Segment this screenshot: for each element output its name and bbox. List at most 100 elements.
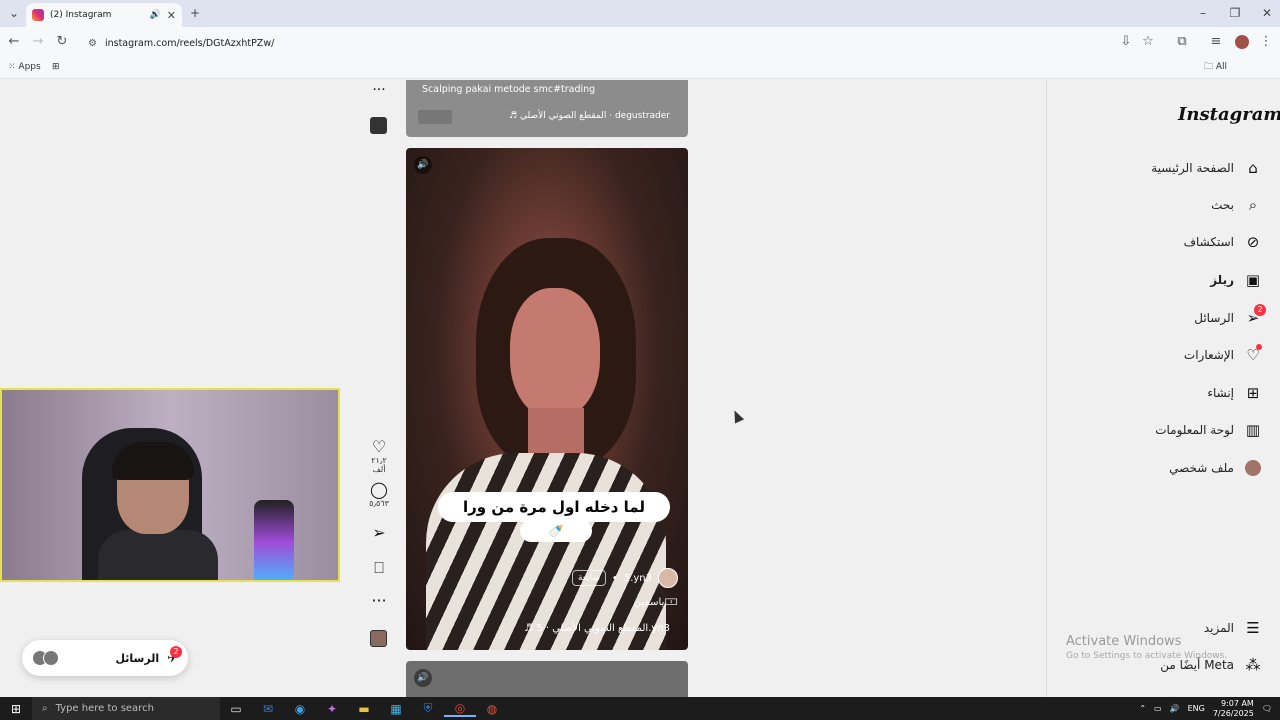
extensions-icon[interactable]: ⧉ [1172,27,1192,57]
new-tab-icon[interactable]: + [186,0,204,27]
volume-icon[interactable]: 🔊 [414,156,432,174]
nav-label: بحث [1211,198,1234,212]
nav-label: الإشعارات [1183,348,1234,362]
nav-more[interactable]: المزيد ☰ [1090,615,1262,641]
follow-button[interactable]: متابعة [571,570,606,586]
clock[interactable]: 9:07 AM 7/26/2025 [1213,699,1254,719]
store-icon[interactable]: ▦ [380,702,412,716]
volume-icon[interactable]: 🔊 [414,669,432,687]
security-icon[interactable]: ⛨ [412,701,444,716]
previous-reel[interactable]: Scalping pakai metode smc#trading ♬ المق… [406,80,688,137]
install-app-icon[interactable]: ⇩ [1116,27,1136,57]
apps-bookmark[interactable]: ⁙ Apps [8,57,41,77]
minimize-icon[interactable]: – [1194,0,1212,27]
close-tab-icon[interactable]: ✕ [167,9,176,22]
save-action[interactable]: ⎕ [366,559,392,577]
nav-also-from-meta[interactable]: أيضًا من Meta ⁂ [1090,652,1262,678]
avatar [43,650,59,666]
chrome-icon[interactable]: ◎ [444,701,476,717]
nav-profile[interactable]: ملف شخصي [1090,455,1262,481]
send-icon[interactable]: ➢ [366,524,392,542]
clock-time: 9:07 AM [1220,698,1254,708]
nav-label: الصفحة الرئيسية [1151,161,1234,175]
apps-grid-icon: ⁙ [8,62,19,72]
language-indicator[interactable]: ENG [1188,704,1205,713]
obs-icon[interactable]: ◍ [476,702,508,716]
file-explorer-icon[interactable]: ▬ [348,702,380,716]
nav-search[interactable]: بحث ⌕ [1090,192,1262,218]
bookmark-star-icon[interactable]: ☆ [1138,27,1158,57]
heart-icon[interactable]: ♡ [366,438,392,456]
nav-label: المزيد [1203,621,1234,635]
forward-icon[interactable]: → [28,27,48,57]
reload-icon[interactable]: ↻ [52,27,72,57]
taskbar-search[interactable]: ⌕ Type here to search [32,697,220,720]
nav-dashboard[interactable]: لوحة المعلومات ▥ [1090,417,1262,443]
comment-icon[interactable]: ◯ [366,481,392,499]
more-options-action[interactable]: ··· [366,592,392,610]
share-action[interactable]: ➢ [366,524,392,542]
omnibox[interactable]: ⚙ instagram.com/reels/DGtAzxhtPZw/ [78,32,1108,54]
meta-apps-icon: ⁂ [1245,656,1261,674]
reel-audio[interactable]: ♬ المقطع الصوتي الأصلي · degustrader [509,111,670,121]
url-text[interactable]: instagram.com/reels/DGtAzxhtPZw/ [105,38,274,49]
instagram-logo[interactable]: Instagram [1178,104,1280,125]
messages-pill[interactable]: الرسائل ✈ 2 [22,640,188,676]
author-name[interactable]: 5.yn3 [624,573,652,584]
nav-label: ملف شخصي [1169,461,1234,475]
send-icon: ➢ 2 [1244,304,1266,327]
nav-label: استكشاف [1183,235,1234,249]
windows-start-icon[interactable]: ⊞ [0,702,32,716]
back-icon[interactable]: ← [4,27,24,57]
speaker-icon[interactable]: 🔊 [150,10,161,20]
menu-icon[interactable]: ⋮ [1256,27,1276,57]
close-window-icon[interactable]: ✕ [1258,0,1276,27]
comment-action[interactable]: ◯ ٥٫٥٦٣ [366,481,392,509]
folder-icon: 🗀 [1204,62,1216,72]
notifications-icon[interactable]: 🗨 [1262,704,1272,713]
site-info-icon[interactable]: ⚙ [88,38,97,49]
audio-thumb-icon[interactable] [370,117,387,134]
chevron-up-icon[interactable]: ⌃ [1139,704,1146,713]
nav-create[interactable]: إنشاء ⊞ [1090,380,1262,406]
microphone [254,500,294,580]
author-avatar[interactable] [658,568,678,588]
bookmark-icon[interactable]: ⎕ [366,559,392,577]
reel-audio[interactable]: ♬ المقطع الصوتي الأصلي · 5.yn3 [524,623,670,634]
more-options-icon[interactable]: ··· [366,82,392,98]
nav-notifications[interactable]: الإشعارات ♡ [1090,342,1262,368]
nav-reels[interactable]: ريلز ▣ [1090,267,1262,293]
apps-label: Apps [18,62,41,72]
tab-groups-icon[interactable]: ⊞ [52,57,60,77]
media-control-icon[interactable]: ≡ [1206,27,1226,57]
message-avatars [32,650,59,666]
nav-home[interactable]: الصفحة الرئيسية ⌂ [1090,155,1262,181]
nav-label: أيضًا من Meta [1160,658,1234,672]
network-icon[interactable]: ▭ [1154,704,1162,713]
restore-icon[interactable]: ❐ [1226,0,1244,27]
volume-icon[interactable]: 🔊 [1170,704,1180,713]
next-reel[interactable]: 🔊 [406,661,688,697]
dashboard-icon: ▥ [1245,421,1261,439]
tab-list-icon[interactable]: ⌄ [4,0,24,27]
outlook-icon[interactable]: ✉ [252,702,284,716]
like-action[interactable]: ♡ ٢١٫٢ ألف [366,438,392,475]
audio-thumb-icon[interactable] [370,630,387,647]
nav-explore[interactable]: استكشاف ⊘ [1090,229,1262,255]
browser-tab[interactable]: (2) Instagram 🔊 ✕ [26,3,182,27]
instagram-favicon-icon [32,9,44,21]
reel-caption: Scalping pakai metode smc#trading [422,84,596,95]
edge-icon[interactable]: ◉ [284,702,316,716]
video-subtitle-emoji: 🍼 [520,520,592,542]
messages-badge: 2 [1254,304,1266,316]
nav-messages[interactable]: الرسائل ➢ 2 [1090,304,1266,331]
profile-avatar[interactable] [1235,35,1249,49]
more-options-icon[interactable]: ··· [366,592,392,610]
task-view-icon[interactable]: ▭ [220,702,252,716]
copilot-icon[interactable]: ✦ [316,702,348,716]
notification-dot [1256,344,1262,350]
video-subject-face [510,288,600,418]
blurred-area [418,110,452,124]
reel-video[interactable]: 🔊 لما دخله اول مرة من ورا 🍼 متابعة • 5.y… [406,148,688,650]
reel-description: ياسمين🀱 [633,597,678,608]
